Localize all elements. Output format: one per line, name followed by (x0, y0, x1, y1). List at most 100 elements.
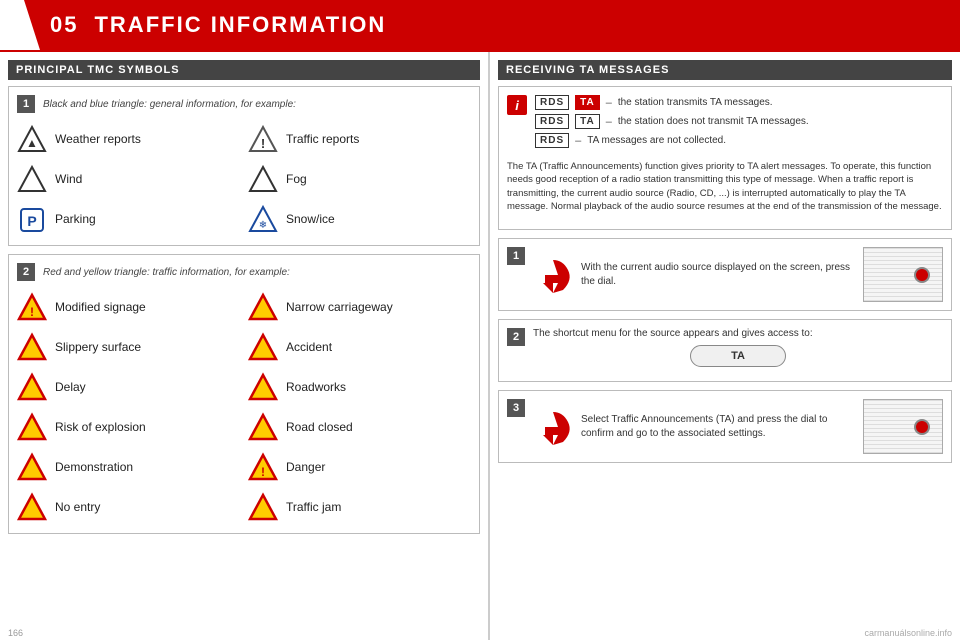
right-section-title: RECEIVING TA MESSAGES (498, 60, 952, 80)
traffic-reports-label: Traffic reports (286, 132, 359, 146)
step-1-image (863, 247, 943, 302)
svg-text:!: ! (30, 305, 34, 319)
box2-symbols-grid: ! Modified signage Narrow carriageway (17, 289, 471, 525)
box2-num: 2 (17, 263, 35, 281)
info-header: i RDS TA – the station transmits TA mess… (507, 95, 943, 152)
box2: 2 Red and yellow triangle: traffic infor… (8, 254, 480, 534)
left-panel: PRINCIPAL TMC SYMBOLS 1 Black and blue t… (0, 52, 490, 640)
red-triangle-demonstration-icon (17, 452, 47, 482)
snowice-label: Snow/ice (286, 212, 335, 226)
red-triangle-roadworks-icon (248, 372, 278, 402)
step3-arrow-icon (533, 407, 573, 447)
symbol-snowice: ❄ Snow/ice (248, 201, 471, 237)
symbol-risk-explosion: Risk of explosion (17, 409, 240, 445)
step-1-box: 1 With the current audio source displaye… (498, 238, 952, 311)
roadworks-label: Roadworks (286, 380, 346, 394)
blue-triangle-fog-icon (248, 164, 278, 194)
symbol-modified-signage: ! Modified signage (17, 289, 240, 325)
red-triangle-slippery-icon (17, 332, 47, 362)
dash-3: – (575, 135, 581, 147)
demonstration-label: Demonstration (55, 460, 133, 474)
step-3-box: 3 Select Traffic Announcements (TA) and … (498, 390, 952, 463)
rds-info-box: i RDS TA – the station transmits TA mess… (498, 86, 952, 230)
svg-text:P: P (27, 213, 36, 229)
slippery-surface-label: Slippery surface (55, 340, 141, 354)
symbol-roadworks: Roadworks (248, 369, 471, 405)
symbol-no-entry: No entry (17, 489, 240, 525)
road-closed-label: Road closed (286, 420, 353, 434)
symbol-parking: P Parking (17, 201, 240, 237)
right-panel: RECEIVING TA MESSAGES i RDS TA – the sta… (490, 52, 960, 640)
symbol-weather-reports: ▲ Weather reports (17, 121, 240, 157)
symbol-traffic-jam: Traffic jam (248, 489, 471, 525)
rds-row-1: RDS TA – the station transmits TA messag… (535, 95, 943, 110)
risk-explosion-label: Risk of explosion (55, 420, 146, 434)
rds-desc-2: the station does not transmit TA message… (618, 116, 809, 127)
blue-triangle-weather-icon: ▲ (17, 124, 47, 154)
symbol-accident: Accident (248, 329, 471, 365)
page-number: 166 (8, 628, 23, 638)
page-title: TRAFFIC INFORMATION (94, 12, 386, 38)
box1-header: 1 Black and blue triangle: general infor… (17, 95, 471, 113)
svg-text:!: ! (261, 136, 265, 151)
symbol-demonstration: Demonstration (17, 449, 240, 485)
rds-row-2: RDS TA – the station does not transmit T… (535, 114, 943, 129)
info-icon: i (507, 95, 527, 115)
watermark-text: carmanuálsonline.info (864, 628, 952, 638)
ta-button-row: TA (533, 345, 943, 367)
svg-text:!: ! (261, 465, 265, 479)
rds-badge-2: RDS (535, 114, 569, 129)
red-triangle-noentry-icon (17, 492, 47, 522)
box2-header: 2 Red and yellow triangle: traffic infor… (17, 263, 471, 281)
svg-text:❄: ❄ (259, 220, 267, 231)
weather-reports-label: Weather reports (55, 132, 141, 146)
step1-arrow-icon (533, 255, 573, 295)
rds-desc-1: the station transmits TA messages. (618, 97, 773, 108)
ta-badge-1-active: TA (575, 95, 600, 110)
left-section-title: PRINCIPAL TMC SYMBOLS (8, 60, 480, 80)
step-3-image (863, 399, 943, 454)
traffic-jam-label: Traffic jam (286, 500, 341, 514)
delay-label: Delay (55, 380, 86, 394)
blue-triangle-snowice-icon: ❄ (248, 204, 278, 234)
symbol-delay: Delay (17, 369, 240, 405)
red-triangle-danger-icon: ! (248, 452, 278, 482)
red-triangle-narrow-icon (248, 292, 278, 322)
red-triangle-delay-icon (17, 372, 47, 402)
rds-row-3: RDS – TA messages are not collected. (535, 133, 943, 148)
blue-triangle-traffic-icon: ! (248, 124, 278, 154)
red-triangle-modified-icon: ! (17, 292, 47, 322)
ta-button[interactable]: TA (690, 345, 786, 367)
accident-label: Accident (286, 340, 332, 354)
step-2-num: 2 (507, 328, 525, 346)
step-3-num: 3 (507, 399, 525, 417)
dash-2: – (606, 116, 612, 128)
rds-rows: RDS TA – the station transmits TA messag… (535, 95, 943, 152)
rds-desc-3: TA messages are not collected. (587, 135, 726, 146)
modified-signage-label: Modified signage (55, 300, 146, 314)
box2-desc: Red and yellow triangle: traffic informa… (43, 267, 290, 278)
symbol-slippery-surface: Slippery surface (17, 329, 240, 365)
blue-circle-parking-icon: P (17, 204, 47, 234)
svg-text:▲: ▲ (26, 136, 38, 150)
step-1-num: 1 (507, 247, 525, 265)
symbol-road-closed: Road closed (248, 409, 471, 445)
step-2-text: The shortcut menu for the source appears… (533, 328, 943, 339)
box1-num: 1 (17, 95, 35, 113)
step-1-text: With the current audio source displayed … (581, 261, 855, 289)
dash-1: – (606, 97, 612, 109)
symbol-danger: ! Danger (248, 449, 471, 485)
red-triangle-roadclosed-icon (248, 412, 278, 442)
ta-info-text: The TA (Traffic Announcements) function … (507, 160, 943, 213)
blue-triangle-wind-icon (17, 164, 47, 194)
symbol-traffic-reports: ! Traffic reports (248, 121, 471, 157)
red-triangle-explosion-icon (17, 412, 47, 442)
step-2-box: 2 The shortcut menu for the source appea… (498, 319, 952, 382)
box1-desc: Black and blue triangle: general informa… (43, 99, 296, 110)
box1: 1 Black and blue triangle: general infor… (8, 86, 480, 246)
wind-label: Wind (55, 172, 82, 186)
symbol-narrow-carriageway: Narrow carriageway (248, 289, 471, 325)
narrow-carriageway-label: Narrow carriageway (286, 300, 393, 314)
parking-label: Parking (55, 212, 96, 226)
red-triangle-accident-icon (248, 332, 278, 362)
